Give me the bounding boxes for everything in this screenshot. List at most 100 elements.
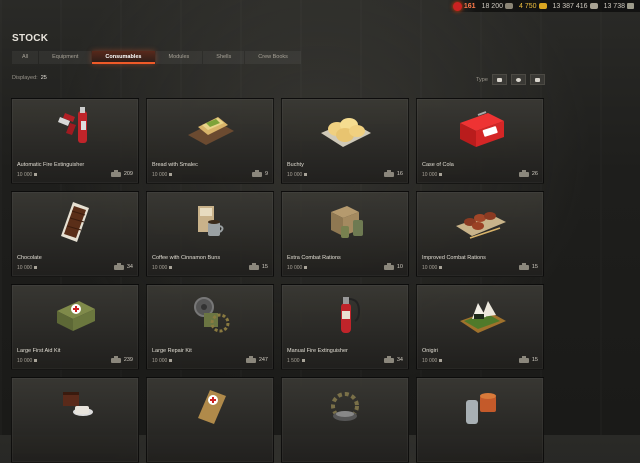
tank-icon <box>248 262 259 270</box>
item-price: 10 000 <box>152 265 173 271</box>
tank-icon <box>110 355 121 363</box>
tab-consumables[interactable]: Consumables <box>92 51 155 64</box>
type-filter-round-button[interactable] <box>510 74 526 85</box>
item-count: 16 <box>383 169 403 177</box>
item-name: Coffee with Cinnamon Buns <box>152 255 221 261</box>
item-card[interactable]: Automatic Fire Extinguisher 10 000 209 <box>11 98 139 184</box>
item-card[interactable]: Onigiri 10 000 15 <box>416 284 544 370</box>
item-price: 10 000 <box>17 358 38 364</box>
item-price: 10 000 <box>17 265 38 271</box>
premium-indicator[interactable]: 161 <box>452 1 476 11</box>
displayed-count: Displayed: 25 <box>12 75 47 81</box>
item-name: Case of Cola <box>422 162 454 168</box>
item-count: 15 <box>518 355 538 363</box>
tank-icon <box>518 262 529 270</box>
fire-extinguisher-manual-icon <box>282 285 408 343</box>
tank-icon <box>113 262 124 270</box>
item-card[interactable]: Large First Aid Kit 10 000 239 <box>11 284 139 370</box>
tank-icon <box>383 262 394 270</box>
item-card[interactable]: Case of Cola 10 000 26 <box>416 98 544 184</box>
tab-all[interactable]: All <box>12 51 39 64</box>
bread-icon <box>147 99 273 157</box>
item-card[interactable]: Buchty 10 000 16 <box>281 98 409 184</box>
item-name: Extra Combat Rations <box>287 255 341 261</box>
item-count: 10 <box>383 262 403 270</box>
item-count: 34 <box>113 262 133 270</box>
item-card[interactable] <box>416 377 544 463</box>
credits-balance: 13 387 416 <box>553 3 598 10</box>
credits-icon <box>304 266 308 270</box>
tab-shells[interactable]: Shells <box>203 51 245 64</box>
item-card[interactable]: Extra Combat Rations 10 000 10 <box>281 191 409 277</box>
item-price: 10 000 <box>287 265 308 271</box>
canned-food-icon <box>417 378 543 436</box>
item-count: 15 <box>518 262 538 270</box>
coffee-icon <box>147 192 273 250</box>
onigiri-icon <box>417 285 543 343</box>
item-name: Large First Aid Kit <box>17 348 61 354</box>
item-name: Chocolate <box>17 255 42 261</box>
item-count: 209 <box>110 169 133 177</box>
credits-icon <box>34 173 38 177</box>
credits-icon <box>304 173 308 177</box>
item-card[interactable]: Bread with Smalec 10 000 9 <box>146 98 274 184</box>
item-name: Manual Fire Extinguisher <box>287 348 348 354</box>
tank-icon <box>383 169 394 177</box>
item-card[interactable]: Chocolate 10 000 34 <box>11 191 139 277</box>
item-name: Large Repair Kit <box>152 348 192 354</box>
item-card[interactable]: Coffee with Cinnamon Buns 10 000 15 <box>146 191 274 277</box>
item-card[interactable] <box>146 377 274 463</box>
credits-icon <box>439 266 443 270</box>
item-price: 10 000 <box>287 172 308 178</box>
item-count: 239 <box>110 355 133 363</box>
equipment-filter-icon <box>496 77 502 82</box>
item-name: Buchty <box>287 162 304 168</box>
free-xp-balance: 13 738 <box>604 3 634 10</box>
credits-icon <box>169 359 173 363</box>
tank-icon <box>518 355 529 363</box>
item-count: 247 <box>245 355 268 363</box>
round-filter-icon <box>515 77 521 82</box>
item-price: 10 000 <box>422 172 443 178</box>
improved-rations-icon <box>417 192 543 250</box>
small-first-aid-icon <box>147 378 273 436</box>
item-name: Automatic Fire Extinguisher <box>17 162 85 168</box>
item-price: 10 000 <box>422 358 443 364</box>
tab-equipment[interactable]: Equipment <box>39 51 92 64</box>
credits-icon <box>439 173 443 177</box>
item-name: Bread with Smalec <box>152 162 198 168</box>
page-title: STOCK <box>12 33 49 44</box>
item-count: 26 <box>518 169 538 177</box>
credits-icon <box>589 3 598 9</box>
item-card[interactable]: Large Repair Kit 10 000 247 <box>146 284 274 370</box>
tab-modules[interactable]: Modules <box>155 51 203 64</box>
item-card[interactable]: Improved Combat Rations 10 000 15 <box>416 191 544 277</box>
tank-icon <box>251 169 262 177</box>
item-price: 1 500 <box>287 358 305 364</box>
gold-balance: 4 750 <box>519 3 547 10</box>
cake-tea-icon <box>12 378 138 436</box>
item-price: 10 000 <box>152 172 173 178</box>
type-filter-food-button[interactable] <box>529 74 545 85</box>
item-card[interactable]: Manual Fire Extinguisher 1 500 34 <box>281 284 409 370</box>
free-xp-icon <box>627 3 634 9</box>
buchty-icon <box>282 99 408 157</box>
credits-icon <box>169 173 173 177</box>
bond-icon <box>505 3 513 9</box>
first-aid-kit-icon <box>12 285 138 343</box>
premium-icon <box>452 1 462 11</box>
credits-icon <box>301 359 305 363</box>
type-filter-equipment-button[interactable] <box>491 74 507 85</box>
tab-crew-books[interactable]: Crew Books <box>245 51 301 64</box>
credits-icon <box>169 266 173 270</box>
cola-case-icon <box>417 99 543 157</box>
item-count: 15 <box>248 262 268 270</box>
category-tabs: All Equipment Consumables Modules Shells… <box>12 51 302 64</box>
item-card[interactable] <box>281 377 409 463</box>
tank-icon <box>245 355 256 363</box>
tank-icon <box>518 169 529 177</box>
item-name: Onigiri <box>422 348 438 354</box>
type-filter: Type <box>476 74 545 85</box>
bonds-balance: 18 200 <box>482 3 513 10</box>
item-card[interactable] <box>11 377 139 463</box>
